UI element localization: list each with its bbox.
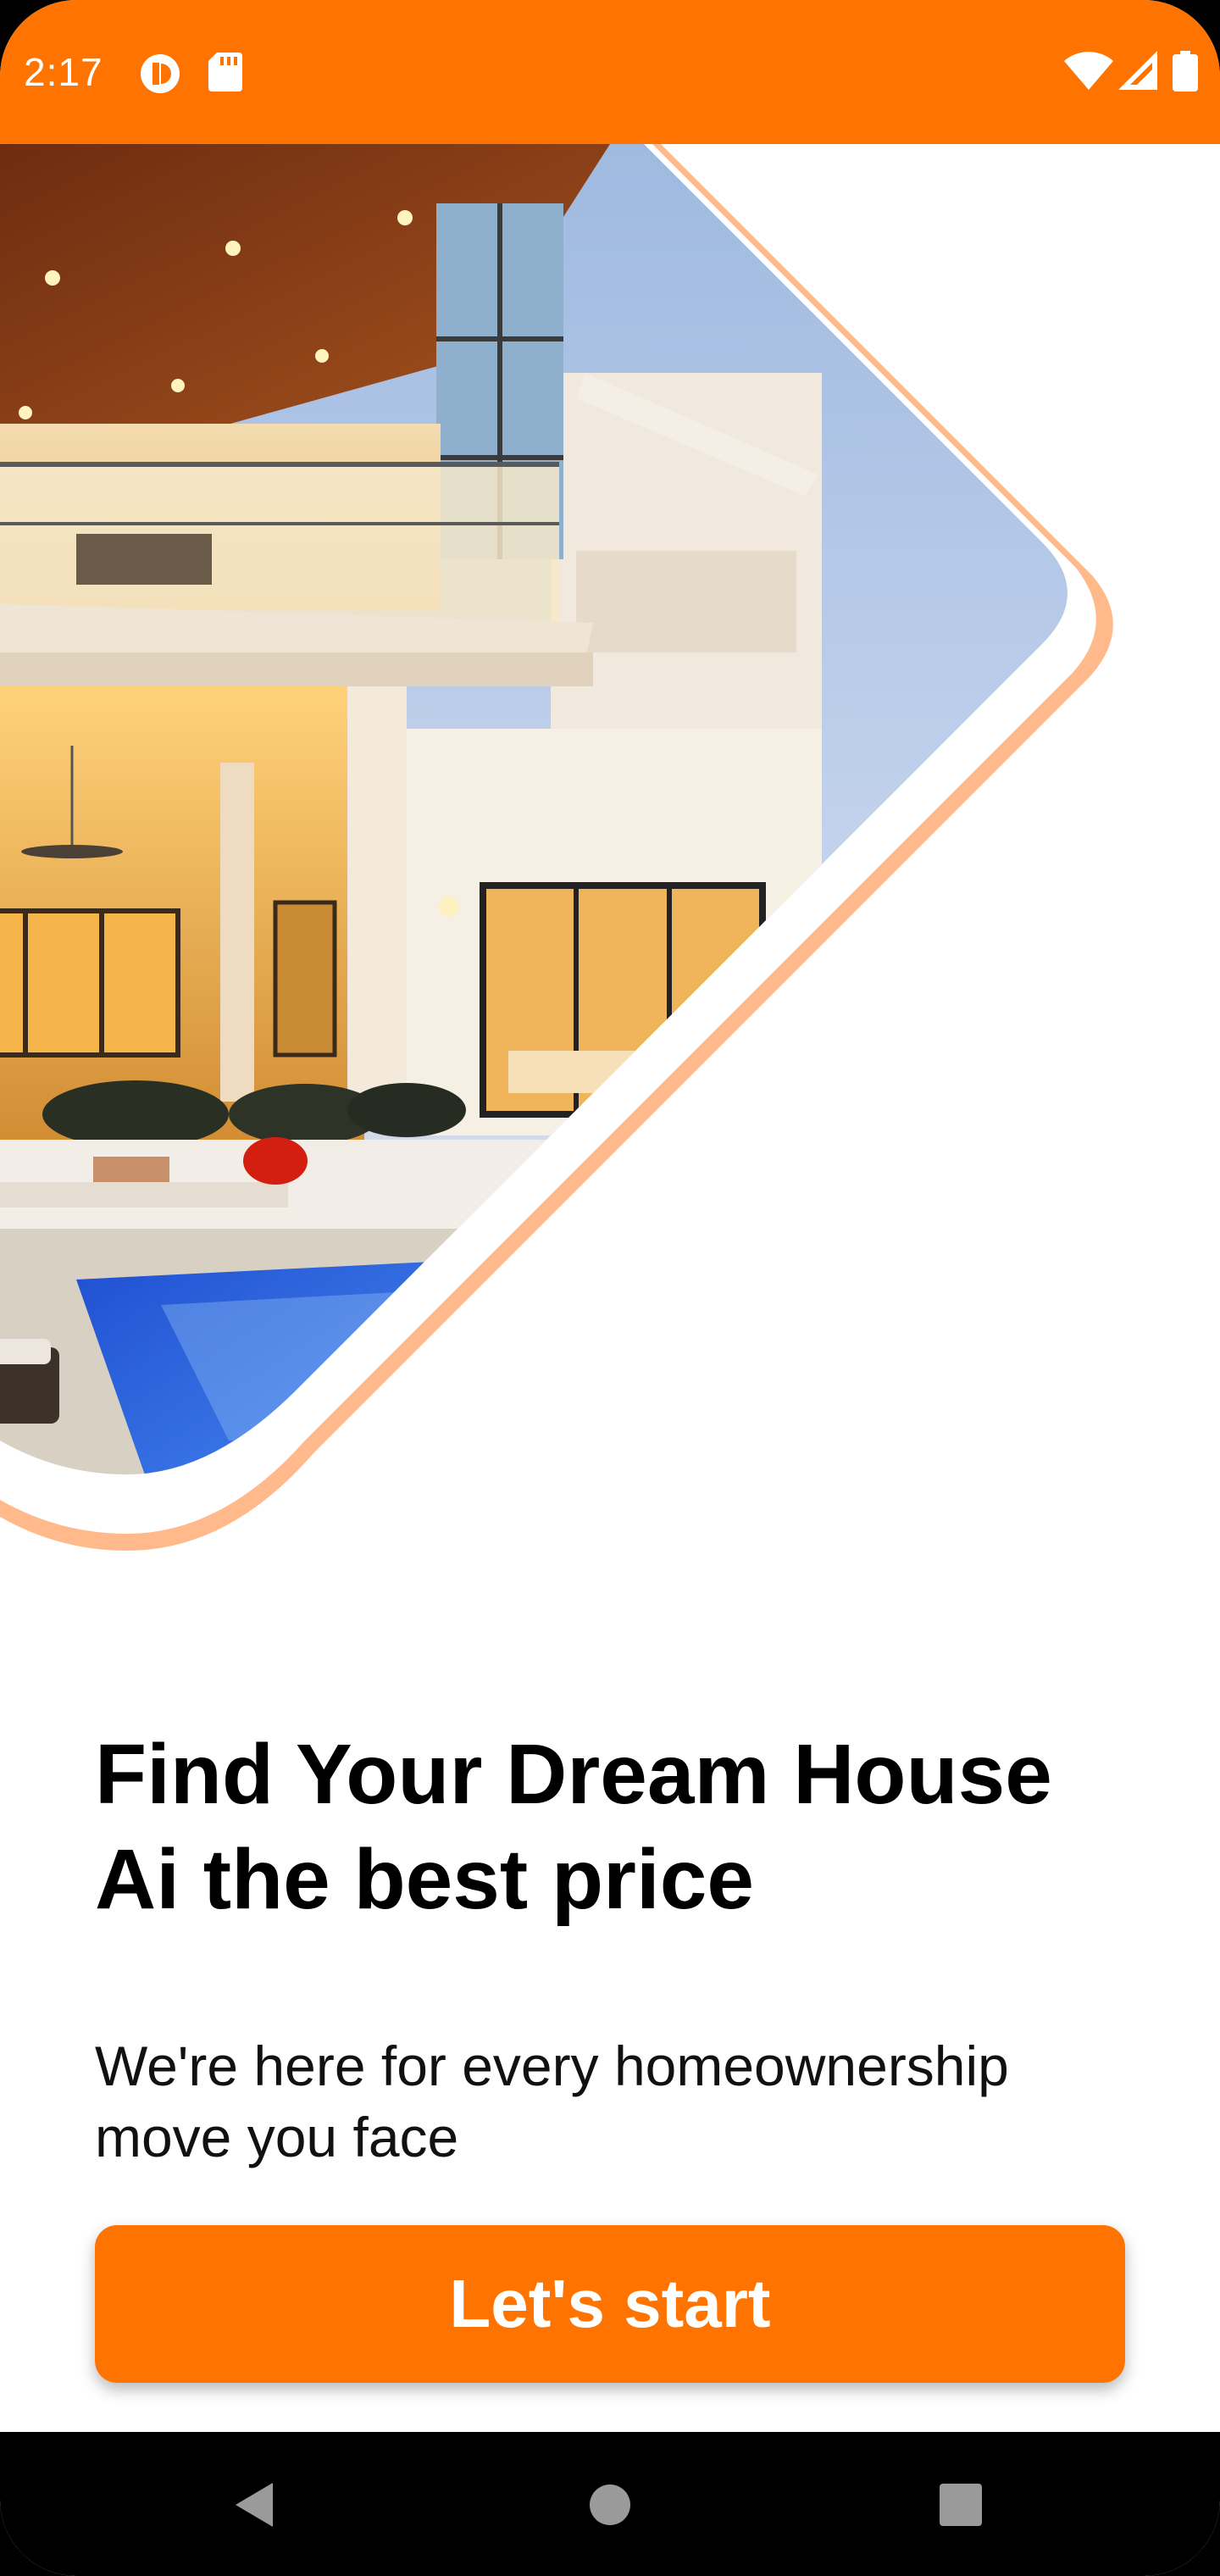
subtitle-line-1: We're here for every homeownership [95, 2035, 1009, 2097]
vpn-key-icon [139, 53, 181, 99]
recents-icon [940, 2484, 982, 2526]
status-bar: 2:17 [0, 0, 1220, 144]
system-navigation-bar [0, 2432, 1220, 2576]
headline-line-1: Find Your Dream House [95, 1727, 1052, 1822]
sd-card-icon [208, 53, 242, 96]
wifi-icon [1064, 51, 1113, 94]
subtitle-line-2: move you face [95, 2106, 459, 2168]
hero-house-image [0, 144, 1220, 1618]
battery-icon [1173, 51, 1198, 96]
headline-line-2: Ai the best price [95, 1832, 754, 1927]
app-screen: 2:17 Find Your Dream House Ai the best p… [0, 0, 1220, 2576]
recents-button[interactable] [918, 2462, 1003, 2547]
subtitle: We're here for every homeownership move … [95, 2030, 1145, 2173]
status-time: 2:17 [24, 50, 103, 94]
back-icon [236, 2483, 273, 2527]
back-button[interactable] [212, 2462, 297, 2547]
lets-start-button[interactable]: Let's start [95, 2225, 1125, 2383]
page-title: Find Your Dream House Ai the best price [95, 1722, 1145, 1932]
home-icon [590, 2484, 630, 2525]
cell-signal-icon [1118, 51, 1157, 94]
home-button[interactable] [568, 2462, 652, 2547]
